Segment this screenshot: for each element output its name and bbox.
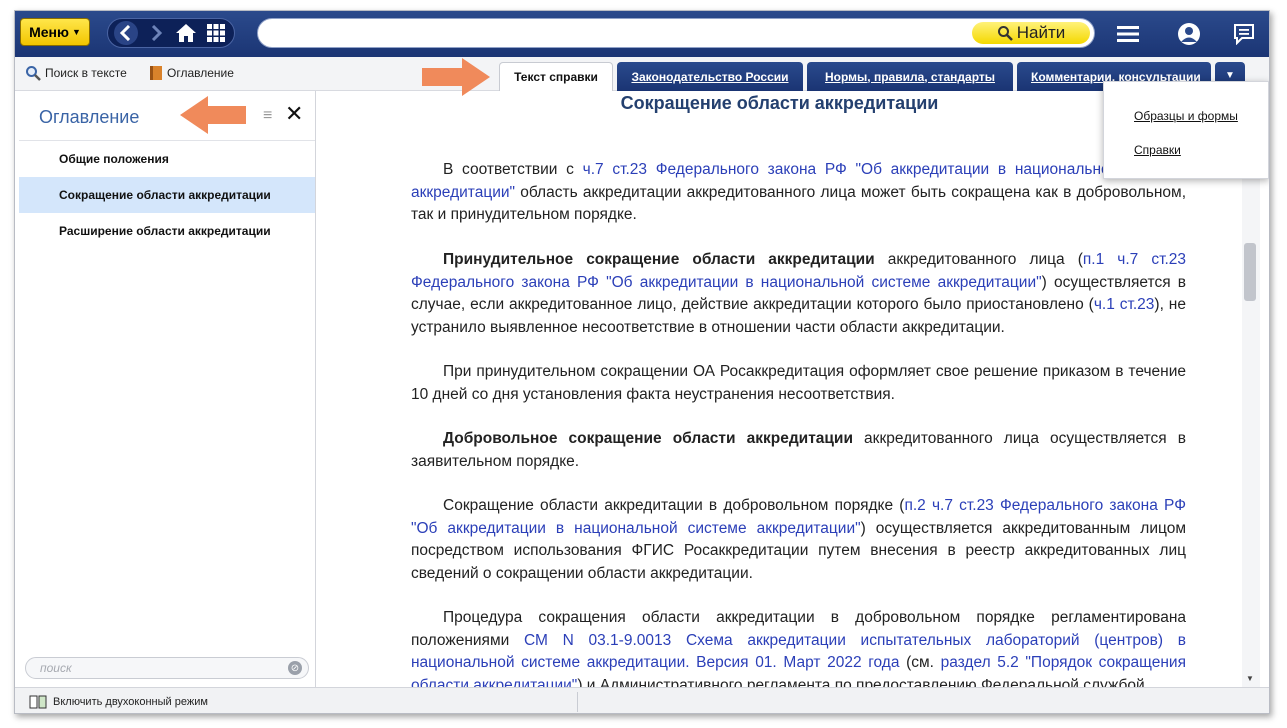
close-icon[interactable]: ✕ xyxy=(285,101,303,127)
home-button[interactable] xyxy=(174,21,198,45)
bold-heading: Добровольное сокращение области аккредит… xyxy=(443,430,853,447)
arrow-annotation-icon xyxy=(180,96,246,134)
status-divider xyxy=(577,692,578,712)
search-icon xyxy=(997,26,1013,41)
menu-button[interactable]: Меню ▼ xyxy=(20,18,90,46)
paragraph-4: Добровольное сокращение области аккредит… xyxy=(411,428,1186,473)
tab-label: Текст справки xyxy=(514,70,598,84)
toc-item-reduction[interactable]: Сокращение области аккредитации xyxy=(19,177,315,213)
tab-standards[interactable]: Нормы, правила, стандарты xyxy=(807,62,1013,91)
dropdown-item-samples[interactable]: Образцы и формы xyxy=(1134,109,1238,123)
grid-icon xyxy=(207,24,225,42)
sidebar-header: Оглавление ≡ ✕ xyxy=(19,91,315,141)
text: (см. xyxy=(899,654,941,671)
profile-button[interactable] xyxy=(1176,21,1202,47)
paragraph-3: При принудительном сокращении ОА Росаккр… xyxy=(411,363,1186,403)
navigation-group xyxy=(107,18,235,48)
toc-sidebar: Оглавление ≡ ✕ Общие положения Сокращени… xyxy=(19,91,316,687)
user-icon xyxy=(1178,23,1200,45)
forward-button[interactable] xyxy=(144,21,168,45)
vertical-scrollbar[interactable]: ▼ xyxy=(1242,91,1260,687)
tab-label: Законодательство России xyxy=(631,69,789,84)
caret-down-icon: ▼ xyxy=(71,27,81,37)
sidebar-title: Оглавление xyxy=(39,107,140,127)
text: аккредитованного лица ( xyxy=(874,251,1083,268)
text: Сокращение области аккредитации в добров… xyxy=(443,497,905,514)
search-input[interactable]: Найти xyxy=(257,18,1095,48)
text: ) и Административного регламента по пред… xyxy=(577,676,1145,688)
find-button[interactable]: Найти xyxy=(972,22,1090,44)
clear-icon[interactable]: ⊘ xyxy=(288,661,302,675)
toc-item-general[interactable]: Общие положения xyxy=(19,141,315,177)
document-toolbar: Поиск в тексте Оглавление Текст справки … xyxy=(15,57,1269,91)
messages-button[interactable] xyxy=(1231,21,1257,47)
status-bar: Включить двухоконный режим xyxy=(15,687,1269,713)
home-icon xyxy=(176,24,196,42)
toc-button-label: Оглавление xyxy=(167,66,234,80)
search-in-text-label: Поиск в тексте xyxy=(45,66,127,80)
toc-item-label: Сокращение области аккредитации xyxy=(59,188,271,202)
chevron-right-icon xyxy=(151,25,163,41)
two-window-icon xyxy=(29,695,47,709)
bold-heading: Принудительное сокращение области аккред… xyxy=(443,251,875,268)
arrow-annotation-icon xyxy=(422,58,490,96)
apps-button[interactable] xyxy=(204,21,228,45)
scroll-thumb[interactable] xyxy=(1244,243,1256,301)
tab-help-text[interactable]: Текст справки xyxy=(499,62,613,91)
law-link[interactable]: ч.1 ст.23 xyxy=(1094,296,1155,313)
two-window-toggle[interactable]: Включить двухоконный режим xyxy=(29,695,208,709)
text: В соответствии с xyxy=(443,161,583,178)
toc-search-input[interactable]: поиск ⊘ xyxy=(25,657,309,679)
chevron-left-icon xyxy=(119,25,131,41)
search-icon xyxy=(26,66,41,81)
back-button[interactable] xyxy=(114,21,138,45)
tab-label: Нормы, правила, стандарты xyxy=(825,69,995,84)
hamburger-icon xyxy=(1117,26,1139,42)
more-tabs-dropdown: Образцы и формы Справки xyxy=(1103,81,1269,179)
paragraph-6: Процедура сокращения области аккредитаци… xyxy=(411,607,1186,687)
toc-item-label: Расширение области аккредитации xyxy=(59,224,271,238)
menu-button-label: Меню xyxy=(29,24,69,40)
toc-button[interactable]: Оглавление xyxy=(149,65,234,81)
toc-item-expansion[interactable]: Расширение области аккредитации xyxy=(19,213,315,249)
toc-search-placeholder: поиск xyxy=(40,661,72,675)
find-button-label: Найти xyxy=(1016,23,1066,42)
document-content: Сокращение области аккредитации В соотве… xyxy=(317,91,1242,687)
list-options-icon[interactable]: ≡ xyxy=(263,107,272,125)
caret-down-icon: ▼ xyxy=(1225,70,1235,81)
two-window-label: Включить двухоконный режим xyxy=(53,696,208,708)
paragraph-5: Сокращение области аккредитации в добров… xyxy=(411,495,1186,585)
toc-item-label: Общие положения xyxy=(59,152,169,166)
text: область аккредитации аккредитованного ли… xyxy=(411,183,1186,224)
paragraph-2: Принудительное сокращение области аккред… xyxy=(411,249,1186,339)
paragraph-1: В соответствии с ч.7 ст.23 Федерального … xyxy=(411,159,1186,227)
hamburger-menu-button[interactable] xyxy=(1115,21,1141,47)
book-icon xyxy=(150,66,162,80)
top-toolbar: Меню ▼ Найти xyxy=(15,11,1269,57)
dropdown-item-references[interactable]: Справки xyxy=(1134,143,1181,157)
search-in-text-button[interactable]: Поиск в тексте xyxy=(25,65,127,81)
message-icon xyxy=(1234,24,1254,45)
tab-legislation[interactable]: Законодательство России xyxy=(617,62,803,91)
scroll-down-icon[interactable]: ▼ xyxy=(1246,674,1254,683)
